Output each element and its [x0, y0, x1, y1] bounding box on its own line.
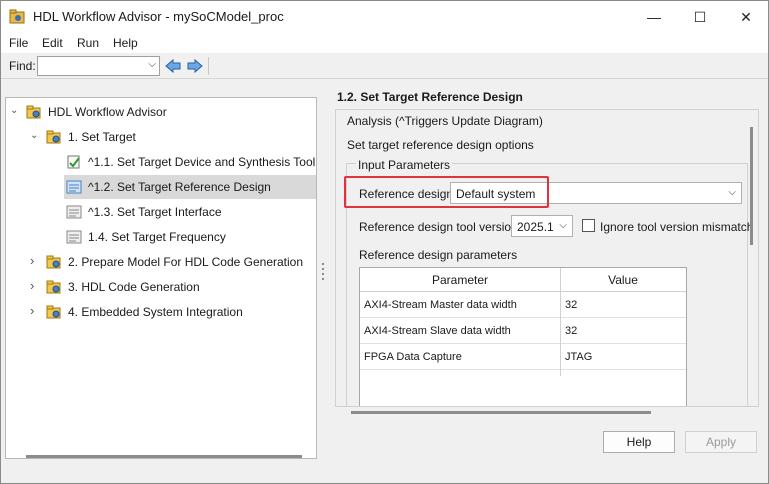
- find-toolbar: Find: ⌵: [1, 53, 768, 79]
- tree-item-label: 4. Embedded System Integration: [68, 305, 243, 319]
- table-header-value[interactable]: Value: [560, 268, 686, 292]
- tree-item-label: ^1.2. Set Target Reference Design: [88, 180, 271, 194]
- menu-run[interactable]: Run: [77, 36, 99, 50]
- task-check-icon: [67, 155, 80, 169]
- table-cell-parameter: FPGA Data Capture: [360, 344, 560, 370]
- content-horizontal-scrollbar[interactable]: [351, 411, 651, 414]
- collapse-icon[interactable]: ⌄: [10, 106, 20, 116]
- title-bar: HDL Workflow Advisor - mySoCModel_proc —…: [1, 1, 768, 33]
- folder-gear-icon: [46, 255, 61, 269]
- table-header-parameter[interactable]: Parameter: [360, 268, 560, 292]
- tree-item-label: 3. HDL Code Generation: [68, 280, 200, 294]
- tree-item-label: 2. Prepare Model For HDL Code Generation: [68, 255, 304, 269]
- expand-icon[interactable]: ›: [30, 254, 40, 267]
- tree-item-label: 1.4. Set Target Frequency: [88, 230, 226, 244]
- find-label: Find:: [9, 59, 36, 73]
- workflow-tree[interactable]: ⌄ HDL Workflow Advisor ⌄ 1. Set Target ^…: [5, 97, 317, 459]
- ignore-tool-version-checkbox[interactable]: [582, 219, 595, 232]
- close-button[interactable]: ✕: [723, 1, 768, 33]
- tree-item-label: ^1.1. Set Target Device and Synthesis To…: [88, 155, 316, 169]
- tree-item-set-target-device[interactable]: ^1.1. Set Target Device and Synthesis To…: [6, 150, 316, 174]
- step-content-panel: Analysis (^Triggers Update Diagram) Set …: [335, 109, 759, 407]
- step-title: 1.2. Set Target Reference Design: [337, 90, 523, 104]
- tree-item-embedded-system-integration[interactable]: › 4. Embedded System Integration: [6, 300, 316, 324]
- step-description: Set target reference design options: [347, 138, 534, 152]
- panel-splitter[interactable]: [321, 263, 325, 283]
- table-cell-value[interactable]: 32: [561, 292, 686, 318]
- collapse-icon[interactable]: ⌄: [30, 131, 40, 141]
- menu-help[interactable]: Help: [113, 36, 138, 50]
- window-title: HDL Workflow Advisor - mySoCModel_proc: [33, 9, 284, 24]
- minimize-icon: —: [647, 9, 661, 25]
- arrow-left-icon[interactable]: [164, 57, 182, 75]
- ignore-tool-version-label: Ignore tool version mismatch: [600, 220, 754, 234]
- tree-item-set-target-frequency[interactable]: 1.4. Set Target Frequency: [6, 225, 316, 249]
- tree-item-prepare-model[interactable]: › 2. Prepare Model For HDL Code Generati…: [6, 250, 316, 274]
- task-icon: [66, 180, 82, 194]
- tree-item-label: 1. Set Target: [68, 130, 136, 144]
- tree-item-label: ^1.3. Set Target Interface: [88, 205, 222, 219]
- tree-item-set-target-reference-design[interactable]: ^1.2. Set Target Reference Design: [64, 175, 316, 199]
- folder-gear-icon: [46, 305, 61, 319]
- toolbar-separator: [208, 57, 209, 75]
- help-button[interactable]: Help: [603, 431, 675, 453]
- tool-version-value: 2025.1: [517, 220, 554, 234]
- expand-icon[interactable]: ›: [30, 279, 40, 292]
- find-input[interactable]: ⌵: [37, 56, 160, 76]
- folder-gear-icon: [46, 280, 61, 294]
- maximize-icon: ☐: [693, 8, 707, 25]
- tree-item-root[interactable]: ⌄ HDL Workflow Advisor: [6, 100, 316, 124]
- menu-bar: File Edit Run Help: [1, 33, 768, 53]
- arrow-right-icon[interactable]: [186, 57, 204, 75]
- chevron-down-icon: ⌵: [728, 187, 736, 198]
- task-icon: [66, 230, 82, 244]
- menu-edit[interactable]: Edit: [42, 36, 63, 50]
- folder-gear-icon: [46, 130, 61, 144]
- tree-horizontal-scrollbar[interactable]: [26, 455, 302, 458]
- maximize-button[interactable]: ☐: [677, 1, 723, 33]
- reference-design-parameters-table: Parameter Value AXI4-Stream Master data …: [359, 267, 687, 406]
- expand-icon[interactable]: ›: [30, 304, 40, 317]
- table-cell-value[interactable]: 32: [561, 318, 686, 344]
- table-cell-parameter: AXI4-Stream Slave data width: [360, 318, 560, 344]
- tree-item-label: HDL Workflow Advisor: [48, 105, 167, 119]
- menu-file[interactable]: File: [9, 36, 28, 50]
- input-parameters-title: Input Parameters: [356, 158, 453, 172]
- tree-item-set-target-interface[interactable]: ^1.3. Set Target Interface: [6, 200, 316, 224]
- hdl-workflow-advisor-window: HDL Workflow Advisor - mySoCModel_proc —…: [0, 0, 769, 484]
- analysis-label: Analysis (^Triggers Update Diagram): [347, 114, 543, 128]
- close-icon: ✕: [740, 8, 752, 25]
- apply-button[interactable]: Apply: [685, 431, 757, 453]
- table-cell-value[interactable]: JTAG: [561, 344, 686, 370]
- table-column-separator: [560, 268, 561, 376]
- reference-design-highlight: [344, 176, 549, 208]
- chevron-down-icon: ⌵: [559, 220, 567, 231]
- tool-version-select[interactable]: 2025.1 ⌵: [511, 215, 573, 237]
- tool-version-label: Reference design tool version:: [359, 220, 522, 234]
- app-icon: [9, 9, 25, 24]
- reference-design-parameters-label: Reference design parameters: [359, 248, 518, 262]
- table-cell-parameter: AXI4-Stream Master data width: [360, 292, 560, 318]
- content-vertical-scrollbar[interactable]: [750, 127, 753, 245]
- folder-gear-icon: [26, 105, 41, 119]
- chevron-down-icon[interactable]: ⌵: [148, 59, 156, 70]
- tree-item-set-target[interactable]: ⌄ 1. Set Target: [6, 125, 316, 149]
- tree-item-hdl-code-generation[interactable]: › 3. HDL Code Generation: [6, 275, 316, 299]
- task-icon: [66, 205, 82, 219]
- minimize-button[interactable]: —: [631, 1, 677, 33]
